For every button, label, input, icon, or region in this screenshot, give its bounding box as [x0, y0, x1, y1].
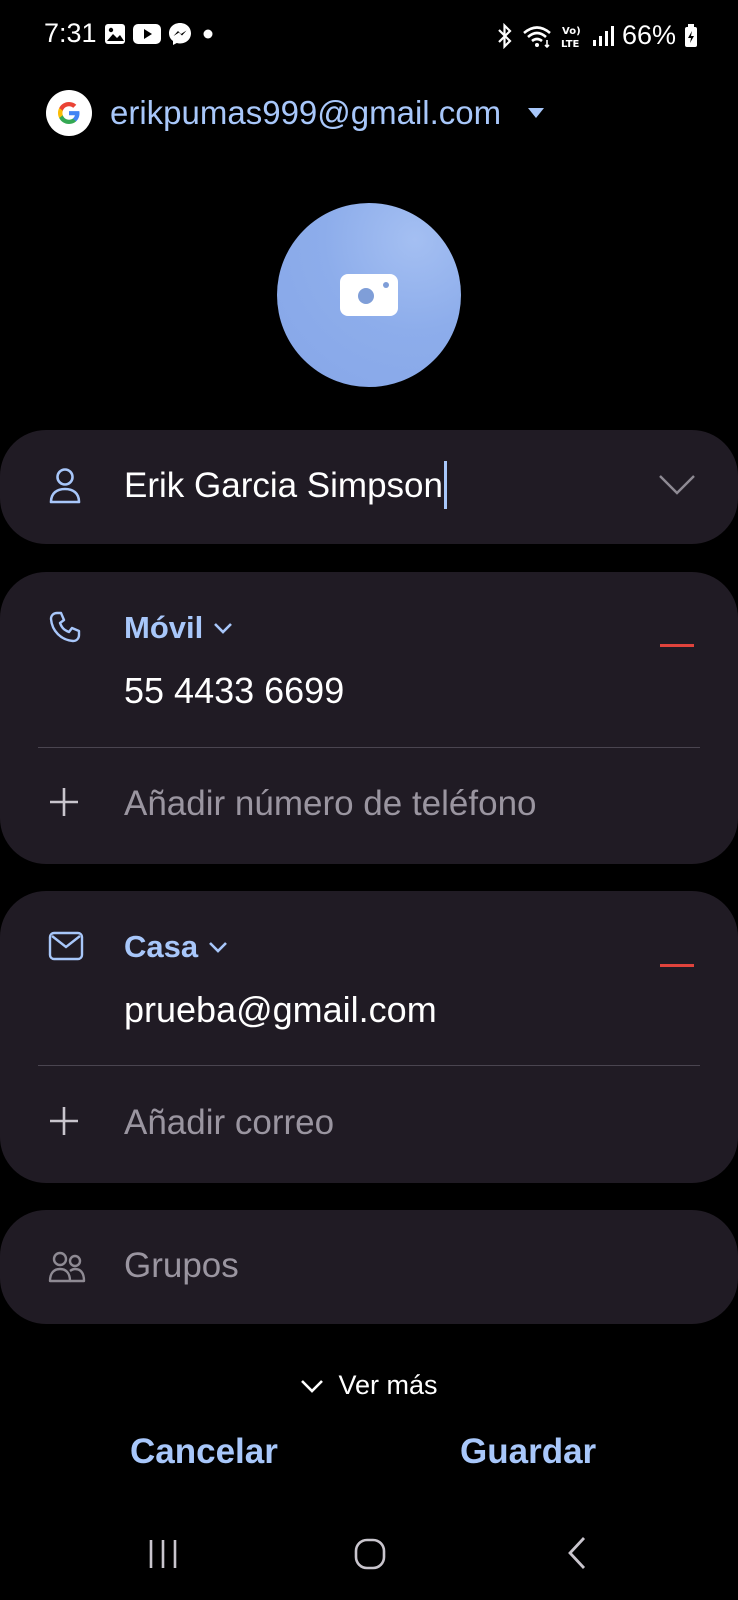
- groups-icon: [48, 1251, 86, 1283]
- person-icon: [49, 468, 81, 504]
- divider: [38, 1065, 700, 1066]
- back-icon[interactable]: [566, 1536, 588, 1570]
- recent-apps-icon[interactable]: [148, 1538, 178, 1570]
- name-card: Erik Garcia Simpson: [0, 430, 738, 544]
- plus-icon[interactable]: [48, 786, 80, 818]
- messenger-icon: [169, 23, 191, 45]
- caret-down-icon: [528, 108, 545, 118]
- see-more-button[interactable]: Ver más: [0, 1370, 738, 1401]
- plus-icon[interactable]: [48, 1105, 80, 1137]
- account-selector[interactable]: erikpumas999@gmail.com: [46, 90, 545, 136]
- svg-text:LTE: LTE: [561, 39, 580, 49]
- bluetooth-icon: [498, 22, 512, 49]
- wifi-icon: [523, 25, 551, 48]
- phone-type-label: Móvil: [124, 610, 204, 645]
- add-phone-button[interactable]: Añadir número de teléfono: [124, 784, 537, 824]
- see-more-label: Ver más: [338, 1370, 438, 1400]
- remove-email-button[interactable]: [660, 964, 694, 967]
- battery-percentage: 66%: [621, 20, 676, 50]
- gallery-icon: [105, 24, 125, 44]
- youtube-icon: [133, 24, 161, 44]
- phone-type-selector[interactable]: Móvil: [124, 610, 233, 646]
- mail-icon: [48, 931, 84, 961]
- chevron-down-icon: [209, 942, 228, 953]
- chevron-down-icon: [301, 1379, 324, 1393]
- groups-card[interactable]: Grupos: [0, 1210, 738, 1324]
- camera-icon: [340, 274, 398, 316]
- add-email-button[interactable]: Añadir correo: [124, 1103, 334, 1143]
- dot-icon: [203, 29, 213, 39]
- chevron-down-icon[interactable]: [658, 474, 696, 496]
- status-time: 7:31: [44, 18, 97, 48]
- phone-number-input[interactable]: 55 4433 6699: [124, 670, 344, 712]
- save-button[interactable]: Guardar: [460, 1432, 596, 1472]
- phone-card: Móvil 55 4433 6699 Añadir número de telé…: [0, 572, 738, 864]
- status-bar: 7:31 Vo) LTE 66%: [0, 0, 738, 72]
- divider: [38, 747, 700, 748]
- signal-icon: [592, 25, 614, 46]
- remove-phone-button[interactable]: [660, 644, 694, 647]
- battery-icon: [685, 23, 697, 47]
- google-icon: [46, 90, 92, 136]
- phone-icon: [49, 611, 81, 643]
- name-value: Erik Garcia Simpson: [124, 466, 443, 505]
- name-input[interactable]: Erik Garcia Simpson: [124, 460, 447, 509]
- groups-label: Grupos: [124, 1246, 239, 1285]
- account-email: erikpumas999@gmail.com: [110, 94, 502, 131]
- cancel-button[interactable]: Cancelar: [130, 1432, 278, 1472]
- chevron-down-icon: [214, 623, 233, 634]
- home-icon[interactable]: [354, 1538, 386, 1570]
- text-cursor: [443, 460, 447, 509]
- email-type-selector[interactable]: Casa: [124, 929, 228, 965]
- email-type-label: Casa: [124, 929, 199, 964]
- volte-icon: Vo) LTE: [561, 26, 581, 49]
- svg-text:Vo): Vo): [562, 26, 581, 37]
- system-navigation-bar: [0, 1520, 738, 1590]
- email-card: Casa prueba@gmail.com Añadir correo: [0, 891, 738, 1183]
- email-input[interactable]: prueba@gmail.com: [124, 989, 437, 1031]
- contact-photo-button[interactable]: [277, 203, 461, 387]
